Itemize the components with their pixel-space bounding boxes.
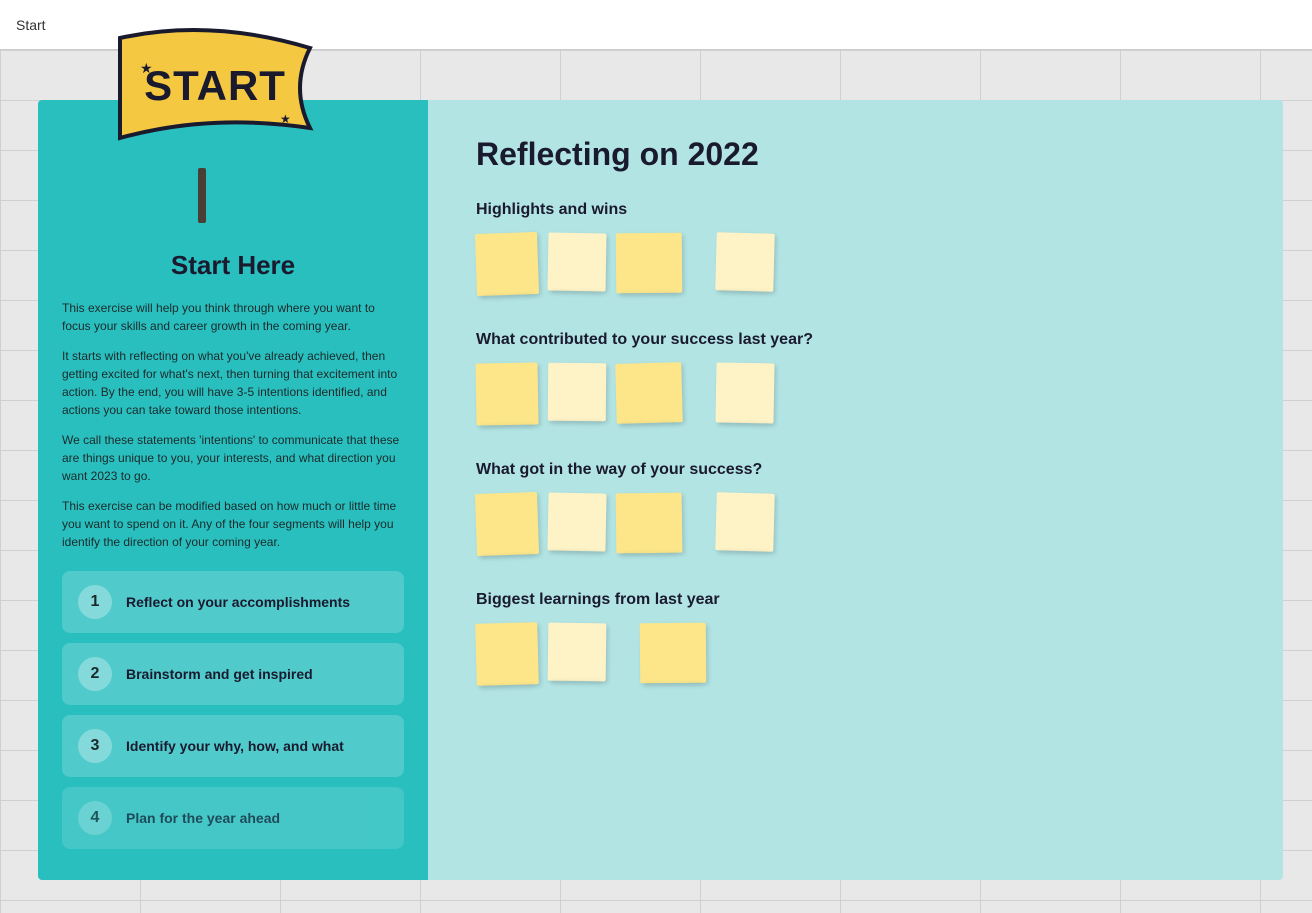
step-item-4[interactable]: 4 Plan for the year ahead [62, 787, 404, 849]
sticky-note[interactable] [616, 233, 683, 294]
step-label-3: Identify your why, how, and what [126, 737, 344, 755]
sticky-notes-3 [476, 493, 1235, 555]
right-title: Reflecting on 2022 [476, 136, 1235, 173]
step-label-1: Reflect on your accomplishments [126, 593, 350, 611]
section-heading-2: What contributed to your success last ye… [476, 331, 1235, 349]
step-item-3[interactable]: 3 Identify your why, how, and what [62, 715, 404, 777]
step-number-3: 3 [78, 729, 112, 763]
sticky-note[interactable] [475, 492, 539, 556]
step-label-4: Plan for the year ahead [126, 809, 280, 827]
step-item-2[interactable]: 2 Brainstorm and get inspired [62, 643, 404, 705]
sticky-note[interactable] [475, 232, 539, 296]
svg-text:★: ★ [140, 60, 153, 76]
top-bar-label: Start [16, 17, 46, 33]
note-spacer [692, 493, 706, 555]
step-label-2: Brainstorm and get inspired [126, 665, 313, 683]
sticky-note[interactable] [616, 493, 683, 554]
section-highlights: Highlights and wins [476, 201, 1235, 295]
left-para-2: It starts with reflecting on what you've… [62, 347, 404, 419]
section-heading-1: Highlights and wins [476, 201, 1235, 219]
sticky-note[interactable] [715, 362, 774, 423]
sticky-notes-2 [476, 363, 1235, 425]
section-heading-3: What got in the way of your success? [476, 461, 1235, 479]
left-para-4: This exercise can be modified based on h… [62, 497, 404, 551]
sticky-note[interactable] [640, 623, 707, 684]
note-spacer [616, 623, 630, 685]
step-number-2: 2 [78, 657, 112, 691]
section-learnings: Biggest learnings from last year [476, 591, 1235, 685]
right-panel: Reflecting on 2022 Highlights and wins W… [428, 100, 1283, 880]
section-obstacles: What got in the way of your success? [476, 461, 1235, 555]
left-title: Start Here [62, 250, 404, 281]
note-spacer [692, 363, 706, 425]
svg-text:★: ★ [280, 112, 291, 126]
step-number-4: 4 [78, 801, 112, 835]
sticky-note[interactable] [547, 232, 606, 291]
sticky-notes-4 [476, 623, 1235, 685]
step-number-1: 1 [78, 585, 112, 619]
sticky-note[interactable] [715, 232, 774, 291]
sticky-note[interactable] [615, 362, 683, 424]
sticky-note[interactable] [475, 622, 539, 686]
section-contributed: What contributed to your success last ye… [476, 331, 1235, 425]
steps-list: 1 Reflect on your accomplishments 2 Brai… [62, 571, 404, 849]
section-heading-4: Biggest learnings from last year [476, 591, 1235, 609]
sticky-note[interactable] [715, 492, 774, 551]
sticky-note[interactable] [547, 492, 606, 551]
sticky-note[interactable] [475, 362, 538, 425]
start-sticker-svg: START ★ ★ [90, 18, 330, 228]
start-sticker: START ★ ★ [90, 18, 330, 228]
left-para-3: We call these statements 'intentions' to… [62, 431, 404, 485]
sticky-note[interactable] [548, 363, 607, 422]
step-item-1[interactable]: 1 Reflect on your accomplishments [62, 571, 404, 633]
note-spacer [692, 233, 706, 295]
left-para-1: This exercise will help you think throug… [62, 299, 404, 335]
svg-text:START: START [144, 62, 286, 109]
sticky-note[interactable] [548, 623, 607, 682]
sticky-notes-1 [476, 233, 1235, 295]
